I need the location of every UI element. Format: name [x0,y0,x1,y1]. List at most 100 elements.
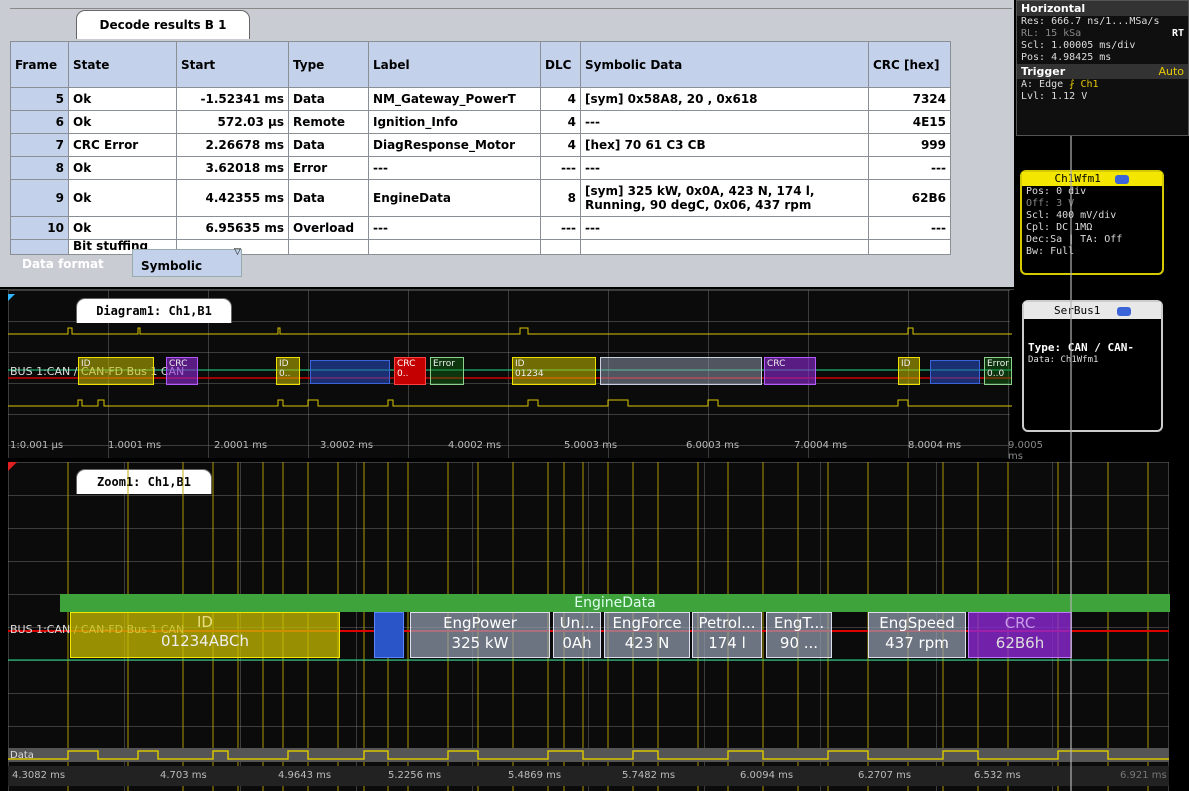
crc-cell: 4E15 [868,110,951,134]
trigger-header[interactable]: Trigger Auto [1017,64,1188,79]
crc-cell: --- [868,216,951,240]
column-header[interactable]: CRC [hex] [868,41,951,88]
zoom-crc-field[interactable]: CRC 62B6h [968,612,1072,658]
time-tick: 8.0004 ms [908,440,962,451]
decode-results-tab[interactable]: Decode results B 1 [76,10,250,39]
symbolic-cell: [hex] 70 61 C3 CB [580,133,869,157]
crc-segment[interactable]: CRC 0.. [394,357,426,385]
time-tick: 9.0005 ms [1008,440,1043,462]
zoom-id-field[interactable]: ID 01234ABCh [70,612,340,658]
horizontal-res: Res: 666.7 ns/1...MSa/s [1021,16,1160,27]
table-row[interactable]: 5 Ok -1.52341 ms Data NM_Gateway_PowerT … [10,87,951,111]
dlc-cell: --- [540,156,581,180]
horizontal-title: Horizontal [1017,1,1188,16]
id-segment[interactable]: ID 0.. [276,357,300,385]
type-cell: Overload [288,216,369,240]
symbolic-cell: [sym] 0x58A8, 20 , 0x618 [580,87,869,111]
horizontal-scl: Scl: 1.00005 ms/div [1021,40,1136,51]
error-segment[interactable]: Error [430,357,464,385]
field-value: 423 N [624,634,670,652]
column-header[interactable]: State [68,41,177,88]
minimize-icon[interactable] [1115,174,1130,184]
state-cell: Ok [68,216,177,240]
time-tick: 2.0001 ms [214,440,268,451]
segment-label: CRC [767,359,786,369]
error-segment[interactable]: Error 0..0 [984,357,1012,385]
zoom-field-engspeed[interactable]: EngSpeed 437 rpm [868,612,966,658]
label-cell: --- [368,156,541,180]
empty-cell [868,239,951,255]
time-tick: 1.0001 ms [108,440,162,451]
crc-cell: 62B6 [868,179,951,217]
zoom-field-petrol[interactable]: Petrol... 174 l [692,612,762,658]
horizontal-panel[interactable]: Horizontal Res: 666.7 ns/1...MSa/s RL: 1… [1016,0,1189,136]
id-segment[interactable]: ID 01234 [512,357,596,385]
dlc-cell: 4 [540,133,581,157]
trigger-type: A: Edge [1021,79,1064,90]
symbolic-cell: --- [580,156,869,180]
table-row[interactable]: 6 Ok 572.03 µs Remote Ignition_Info 4 --… [10,110,951,134]
horizontal-rt: RT [1171,28,1184,39]
segment-value: 0.. [279,369,291,379]
time-tick: 5.2256 ms [388,770,442,781]
time-tick: 4.3082 ms [12,770,66,781]
table-row[interactable]: 7 CRC Error 2.26678 ms Data DiagResponse… [10,133,951,157]
data-segment[interactable] [930,360,980,384]
column-header[interactable]: Symbolic Data [580,41,869,88]
crc-cell: --- [868,156,951,180]
type-cell: Data [288,179,369,217]
table-row[interactable]: 10 Ok 6.95635 ms Overload --- --- --- --… [10,216,951,240]
serbus-panel[interactable]: SerBus1 Type: CAN / CAN- Data: Ch1Wfm1 [1022,300,1163,432]
label-cell: EngineData [368,179,541,217]
field-name: EngT... [773,614,825,632]
table-row[interactable]: 8 Ok 3.62018 ms Error --- --- --- --- [10,156,951,180]
zoom-field-engpower[interactable]: EngPower 325 kW [410,612,550,658]
id-segment[interactable]: ID [898,357,920,385]
state-cell: Ok [68,179,177,217]
segment-label: ID [81,359,91,369]
segment-label: ID [901,359,911,369]
ch1-cpl: Cpl: DC 1MΩ [1026,222,1093,233]
column-header[interactable]: Frame [10,41,69,88]
zoom-field-engt[interactable]: EngT... 90 ... [766,612,832,658]
type-cell: Data [288,133,369,157]
crc-label: CRC [1004,614,1036,632]
engine-data-frame[interactable]: EngineData [60,594,1170,612]
type-cell: Error [288,156,369,180]
ch1-title-text: Ch1Wfm1 [1054,172,1101,185]
symbolic-cell: --- [580,216,869,240]
zoom-field-un[interactable]: Un... 0Ah [553,612,601,658]
minimize-icon[interactable] [1116,306,1131,316]
table-row[interactable]: 9 Ok 4.42355 ms Data EngineData 8 [sym] … [10,179,951,217]
crc-segment[interactable]: CRC [764,357,816,385]
segment-value: 01234 [515,369,544,379]
frame-cell: 6 [10,110,69,134]
serbus-title: SerBus1 [1024,302,1161,319]
data-segment[interactable] [600,357,762,385]
cursor-line[interactable] [1070,136,1072,791]
zoom-field-engforce[interactable]: EngForce 423 N [604,612,690,658]
ch1-waveform-panel[interactable]: Ch1Wfm1 Pos: 0 div Off: 3 V Scl: 400 mV/… [1020,170,1164,275]
type-cell: Data [288,87,369,111]
type-cell: Remote [288,110,369,134]
data-segment[interactable] [310,360,390,384]
zoom-dlc-field[interactable] [374,612,404,658]
column-header[interactable]: Type [288,41,369,88]
dlc-cell: 4 [540,87,581,111]
id-segment[interactable]: ID [78,357,154,385]
dlc-cell: 4 [540,110,581,134]
decode-results-panel: Decode results B 1 Frame State Start Typ… [0,0,1014,287]
time-tick: 7.0004 ms [794,440,848,451]
column-header[interactable]: Label [368,41,541,88]
rising-edge-icon: ⨏ [1069,79,1075,90]
segment-label: ID [515,359,525,369]
frame-cell: 8 [10,156,69,180]
crc-value: 62B6h [995,634,1045,652]
crc-segment[interactable]: CRC [166,357,198,385]
column-header[interactable]: DLC [540,41,581,88]
horizontal-rl-row: RL: 15 kSa RT [1017,28,1188,40]
trigger-source: Ch1 [1080,79,1099,90]
column-header[interactable]: Start [176,41,289,88]
dropdown-arrow-icon: ▽ [234,247,241,257]
data-format-dropdown[interactable]: Symbolic [132,249,242,277]
